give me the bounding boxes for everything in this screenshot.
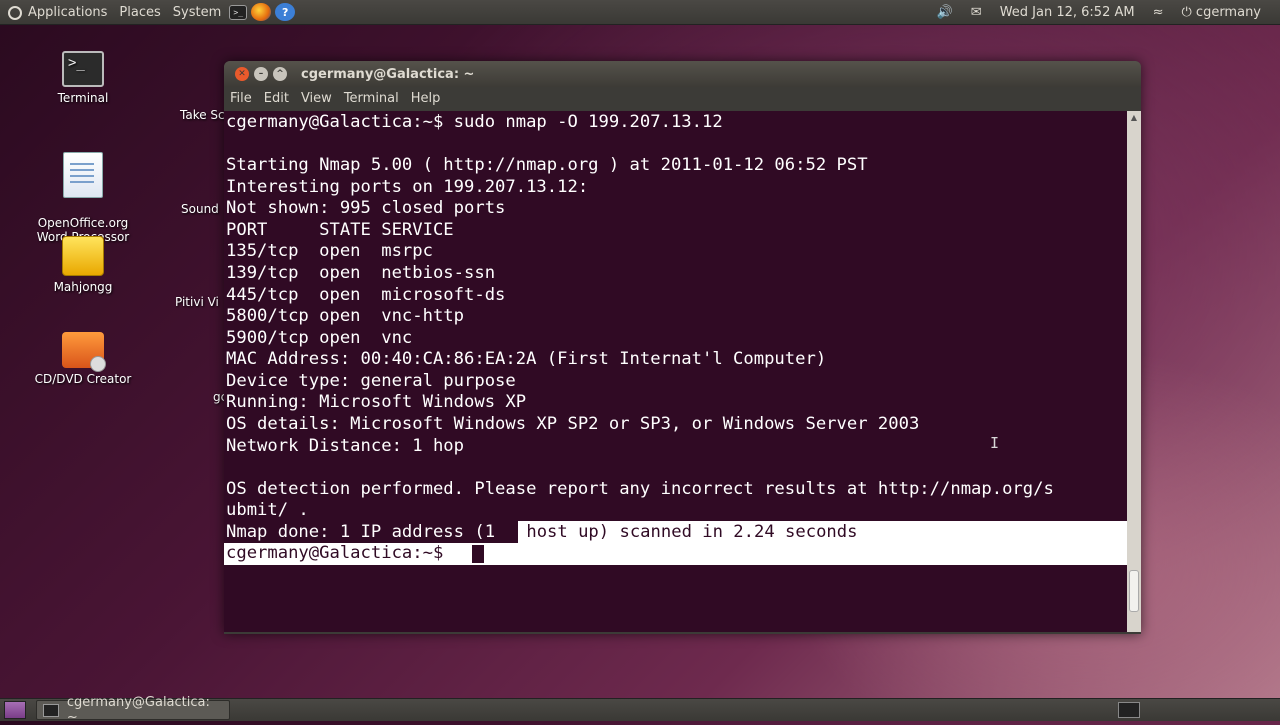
window-title: cgermany@Galactica: ~ <box>301 66 475 82</box>
network-icon[interactable]: ≈ <box>1144 0 1173 24</box>
terminal-line: PORT STATE SERVICE <box>226 220 454 240</box>
desktop-icon-mahjongg[interactable]: Mahjongg <box>23 236 143 294</box>
close-icon[interactable]: ✕ <box>235 67 249 81</box>
help-icon[interactable]: ? <box>275 3 296 21</box>
mahjongg-icon <box>62 236 104 276</box>
terminal-line: 5900/tcp open vnc <box>226 328 413 348</box>
desktop-icon-cd-dvd-creator[interactable]: CD/DVD Creator <box>23 332 143 386</box>
terminal-line: 135/tcp open msrpc <box>226 241 433 261</box>
bottom-panel: cgermany@Galactica: ~ <box>0 695 1280 725</box>
terminal-line: MAC Address: 00:40:CA:86:EA:2A (First In… <box>226 349 827 369</box>
workspace-switcher[interactable] <box>1118 702 1140 718</box>
places-menu[interactable]: Places <box>113 0 166 24</box>
terminal-icon <box>43 703 59 717</box>
minimize-icon[interactable]: – <box>254 67 268 81</box>
power-icon: ⏻ <box>1181 4 1196 20</box>
desktop-icon-sound[interactable]: Sound <box>181 202 219 216</box>
taskbar-button-terminal[interactable]: cgermany@Galactica: ~ <box>36 695 230 725</box>
menu-terminal[interactable]: Terminal <box>338 91 405 106</box>
desktop-icon-label: Mahjongg <box>53 280 113 294</box>
terminal-line: Interesting ports on 199.207.13.12: <box>226 177 589 197</box>
desktop-icon-pitivi[interactable]: Pitivi Vi <box>175 295 219 309</box>
desktop-icon-label: Terminal <box>57 91 109 105</box>
terminal-line: cgermany@Galactica:~$ sudo nmap -O 199.2… <box>226 112 723 132</box>
terminal-line: 445/tcp open microsoft-ds <box>226 285 506 305</box>
terminal-icon: >_ <box>62 51 104 87</box>
firefox-icon[interactable] <box>251 3 272 21</box>
desktop-icon-terminal[interactable]: >_ Terminal <box>23 51 143 105</box>
scrollbar-thumb[interactable] <box>1129 570 1139 612</box>
top-panel: Applications Places System >_ ? 🔊 ✉ Wed … <box>0 0 1280 25</box>
terminal-scrollbar[interactable]: ▲ <box>1127 111 1141 632</box>
user-menu[interactable]: ⏻ cgermany <box>1173 0 1271 24</box>
terminal-line: OS detection performed. Please report an… <box>226 479 1054 499</box>
menubar: File Edit View Terminal Help <box>224 87 1141 109</box>
ubuntu-logo-icon[interactable] <box>6 4 22 20</box>
cd-dvd-creator-icon <box>62 332 106 372</box>
selected-text: host up) scanned in 2.24 seconds <box>516 522 858 542</box>
applications-menu[interactable]: Applications <box>22 0 113 24</box>
menu-file[interactable]: File <box>224 91 258 106</box>
menu-edit[interactable]: Edit <box>258 91 295 106</box>
taskbar-button-label: cgermany@Galactica: ~ <box>66 695 210 725</box>
scroll-up-icon[interactable]: ▲ <box>1129 113 1139 123</box>
terminal-prompt: cgermany@Galactica:~$ <box>226 543 444 563</box>
maximize-icon[interactable]: ^ <box>273 67 287 81</box>
terminal-line: Device type: general purpose <box>226 371 516 391</box>
show-desktop-icon[interactable] <box>4 701 26 719</box>
terminal-line: Running: Microsoft Windows XP <box>226 392 527 412</box>
terminal-line: Not shown: 995 closed ports <box>226 198 506 218</box>
desktop-icon-take-screenshot[interactable]: Take Sc <box>180 108 225 122</box>
terminal-line: Network Distance: 1 hop <box>226 436 464 456</box>
mouse-ibeam-cursor-icon: I <box>990 434 1000 452</box>
volume-icon[interactable]: 🔊 <box>928 0 962 24</box>
system-menu[interactable]: System <box>167 0 227 24</box>
mail-icon[interactable]: ✉ <box>962 0 991 24</box>
menu-view[interactable]: View <box>295 91 338 106</box>
menu-help[interactable]: Help <box>405 91 447 106</box>
user-name: cgermany <box>1195 4 1261 20</box>
terminal-line: Starting Nmap 5.00 ( http://nmap.org ) a… <box>226 155 868 175</box>
terminal-line: Nmap done: 1 IP address (1 <box>226 522 496 542</box>
window-titlebar[interactable]: ✕ – ^ cgermany@Galactica: ~ <box>224 61 1141 87</box>
word-processor-icon <box>63 152 103 198</box>
terminal-line: 139/tcp open netbios-ssn <box>226 263 496 283</box>
terminal-window[interactable]: ✕ – ^ cgermany@Galactica: ~ File Edit Vi… <box>224 61 1141 634</box>
desktop-icon-label: CD/DVD Creator <box>34 372 132 386</box>
terminal-line: 5800/tcp open vnc-http <box>226 306 464 326</box>
clock[interactable]: Wed Jan 12, 6:52 AM <box>991 0 1144 24</box>
text-cursor <box>472 545 484 563</box>
terminal-line: OS details: Microsoft Windows XP SP2 or … <box>226 414 920 434</box>
terminal-output[interactable]: cgermany@Galactica:~$ sudo nmap -O 199.2… <box>224 111 1127 632</box>
terminal-icon[interactable]: >_ <box>229 4 248 20</box>
terminal-line: ubmit/ . <box>226 500 309 520</box>
